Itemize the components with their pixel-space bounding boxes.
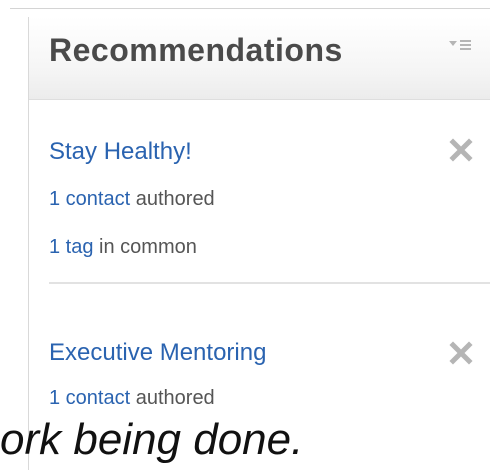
recommendation-detail: 1 contact authored: [49, 188, 215, 211]
sort-menu-icon: [449, 40, 471, 50]
tag-count-link[interactable]: 1 tag: [49, 236, 93, 258]
widget-header: Recommendations: [29, 17, 490, 100]
widget-menu-button[interactable]: [447, 37, 473, 55]
widget-title: Recommendations: [49, 32, 343, 68]
close-x-icon: [449, 341, 473, 365]
page: Recommendations Stay Healthy! 1 contact …: [0, 0, 490, 470]
recommendation-detail: 1 contact authored: [49, 387, 215, 410]
item-divider: [49, 282, 490, 284]
dismiss-button[interactable]: [449, 341, 473, 365]
dismiss-button[interactable]: [449, 138, 473, 162]
contact-count-link[interactable]: 1 contact: [49, 188, 130, 210]
close-x-icon: [449, 138, 473, 162]
overlay-caption: ork being done.: [0, 415, 304, 464]
recommendation-item: Stay Healthy! 1 contact authored 1 tag i…: [29, 100, 490, 300]
recommendation-title-link[interactable]: Executive Mentoring: [49, 339, 266, 367]
recommendation-detail: 1 tag in common: [49, 236, 197, 259]
top-divider: [10, 8, 490, 9]
recommendation-title-link[interactable]: Stay Healthy!: [49, 138, 192, 166]
recommendations-widget: Recommendations Stay Healthy! 1 contact …: [28, 17, 490, 470]
detail-text: authored: [130, 188, 215, 210]
detail-text: in common: [93, 236, 197, 258]
contact-count-link[interactable]: 1 contact: [49, 387, 130, 409]
detail-text: authored: [130, 387, 215, 409]
